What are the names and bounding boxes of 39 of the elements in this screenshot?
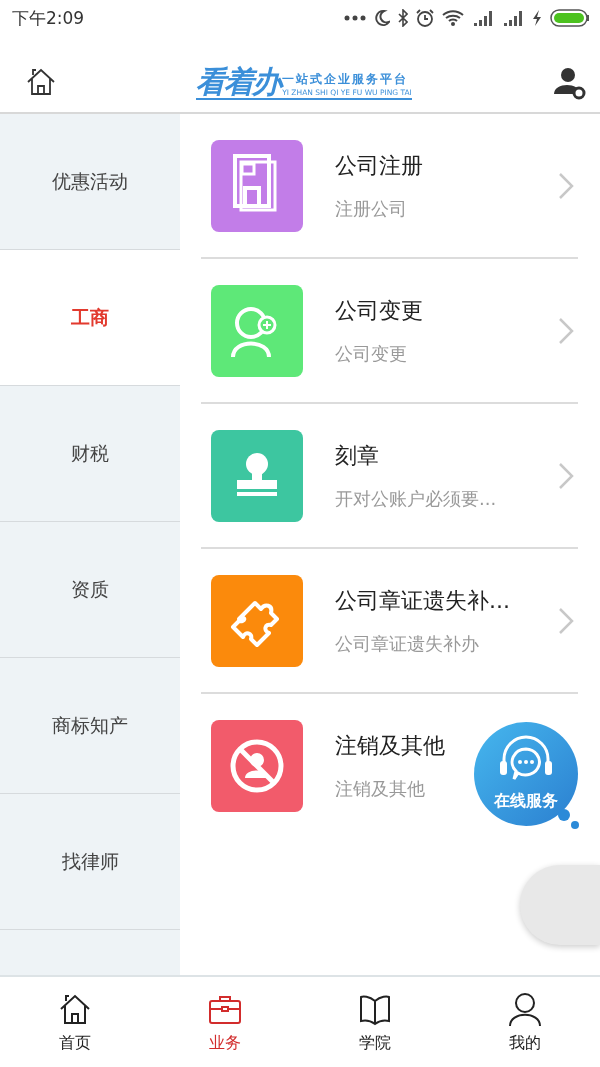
service-subtitle: 注销及其他	[335, 776, 425, 801]
person-icon[interactable]	[507, 990, 543, 1027]
service-title[interactable]: 公司变更	[335, 295, 423, 326]
service-subtitle: 注册公司	[335, 196, 407, 221]
chevron-icon[interactable]	[558, 171, 574, 200]
service-title[interactable]: 注销及其他	[335, 730, 445, 761]
service-subtitle: 开对公账户必须要...	[335, 486, 497, 511]
alarm-icon	[416, 9, 434, 27]
signal-icon	[502, 10, 524, 26]
battery-icon	[550, 9, 590, 27]
chevron-icon[interactable]	[558, 606, 574, 635]
user-settings-icon[interactable]	[552, 66, 586, 100]
chevron-icon[interactable]	[558, 316, 574, 345]
more-icon	[344, 15, 366, 21]
service-title[interactable]: 公司注册	[335, 150, 423, 181]
service-subtitle: 公司章证遗失补办	[335, 631, 479, 656]
chevron-icon[interactable]	[558, 461, 574, 490]
home-icon[interactable]	[26, 68, 56, 96]
bubble-dots-icon	[556, 808, 580, 830]
bluetooth-icon	[398, 9, 408, 27]
logo-wordmark: 看着办	[196, 67, 281, 97]
building-icon[interactable]	[211, 139, 303, 232]
tab[interactable]: 业务	[150, 977, 300, 1067]
signal-icon	[472, 10, 494, 26]
stamp-icon[interactable]	[211, 429, 303, 522]
logo-slogan: 一站式企业服务平台	[282, 72, 410, 86]
forbidden-icon[interactable]	[211, 719, 303, 812]
category-item[interactable]: 工商	[0, 250, 180, 386]
wifi-icon	[442, 10, 464, 26]
puzzle-icon[interactable]	[211, 574, 303, 667]
tab[interactable]: 首页	[0, 977, 150, 1067]
service-subtitle: 公司变更	[335, 341, 407, 366]
service-title[interactable]: 刻章	[335, 440, 379, 471]
moon-icon	[374, 9, 390, 27]
tab[interactable]: 学院	[300, 977, 450, 1067]
charging-icon	[532, 9, 542, 27]
status-time: 下午2:09	[12, 6, 85, 30]
service-title[interactable]: 公司章证遗失补...	[335, 585, 510, 616]
tab[interactable]: 我的	[450, 977, 600, 1067]
